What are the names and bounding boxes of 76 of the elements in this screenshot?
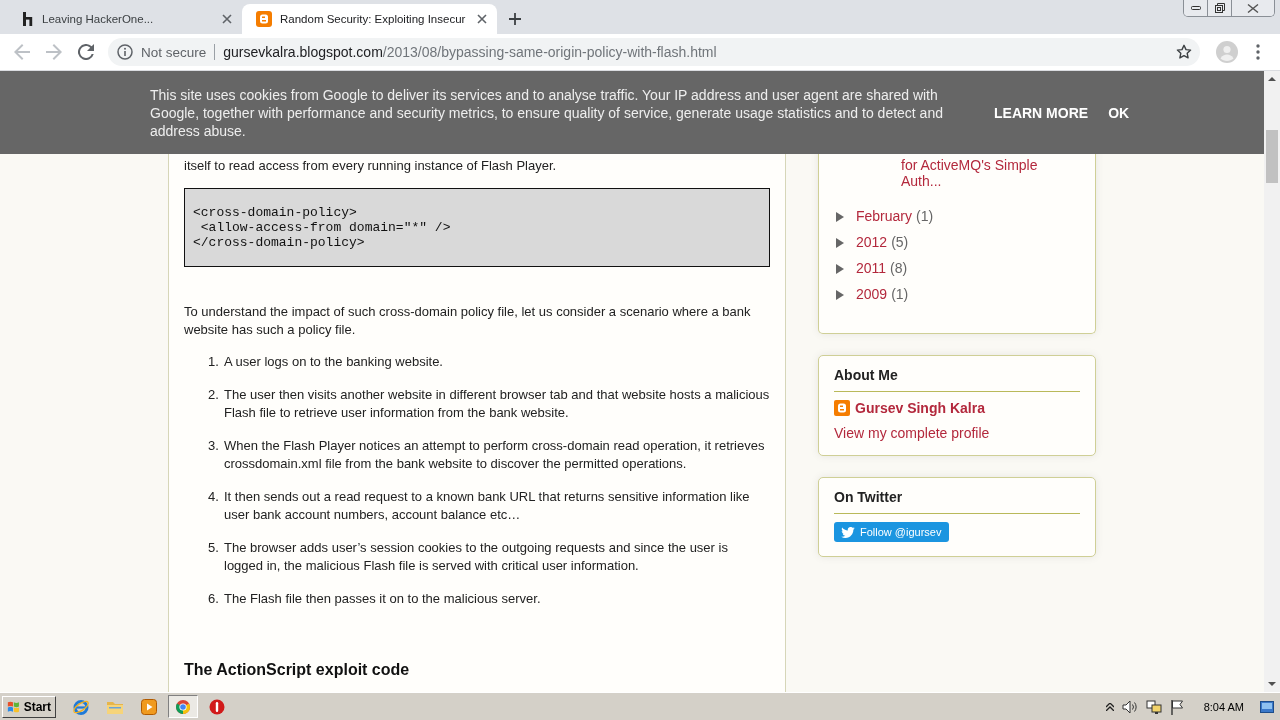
list-number: 2.	[208, 386, 220, 404]
caret-right-icon[interactable]	[835, 263, 845, 274]
profile-logo-icon	[834, 400, 850, 416]
start-button[interactable]: Start	[2, 695, 56, 718]
forward-arrow-icon	[46, 44, 62, 60]
flag-logo-icon	[7, 699, 21, 714]
security-label: Not secure	[141, 44, 207, 60]
browser-tab[interactable]: Random Security: Exploiting Insecur	[242, 4, 498, 34]
site-logo-icon	[256, 11, 272, 27]
profile-link[interactable]: View my complete profile	[834, 425, 990, 441]
desktop-icon[interactable]	[1260, 700, 1274, 713]
archive-link[interactable]: February	[856, 208, 913, 225]
bookmark-star-icon[interactable]	[1176, 44, 1192, 60]
close-icon[interactable]	[477, 14, 488, 24]
back-arrow-icon	[14, 44, 30, 60]
step-text: When the Flash Player notices an attempt to perform cross-domain read operation, it retrieves crossdomain.xml file from the bank website to discover the permitted operations.	[224, 437, 766, 473]
menu-icon[interactable]	[1256, 44, 1260, 60]
list-number: 4.	[208, 488, 220, 506]
list-number: 1.	[208, 353, 220, 371]
archive-link[interactable]: 2009	[856, 286, 888, 303]
profile-name-link[interactable]: Gursev Singh Kalra	[855, 400, 985, 416]
cookie-notice-text: This site uses cookies from Google to deliver its services and to analyse traffic. Your IP address and user agent are shared with Google, together with performance and security metrics, to ensure quality of service, generate usage statistics and to detect and address abuse.	[150, 85, 944, 140]
learn-more-button[interactable]: LEARN MORE	[994, 100, 1089, 125]
panel-title: About Me	[834, 366, 899, 384]
caret-right-icon[interactable]	[835, 211, 845, 222]
caret-right-icon[interactable]	[835, 237, 845, 248]
restore-button[interactable]	[1208, 0, 1232, 16]
chevron-up-icon[interactable]	[1105, 702, 1114, 711]
close-button[interactable]	[1232, 0, 1274, 16]
address-bar[interactable]: Not secure gursevkalra.blogspot.com/2013/08/bypassing-same-origin-policy-with-flash.html	[108, 38, 1200, 66]
clock-text: 8:04 AM	[1203, 700, 1244, 713]
scrollbar-thumb[interactable]	[1266, 130, 1278, 183]
archive-link[interactable]: 2012	[856, 234, 888, 251]
step-text: A user logs on to the banking website.	[224, 353, 444, 371]
browser-tab[interactable]: Leaving HackerOne...	[8, 4, 242, 34]
post-link[interactable]: for ActiveMQ's Simple Auth...	[901, 157, 1051, 189]
bird-icon	[841, 526, 855, 538]
close-icon	[1247, 3, 1259, 13]
up-arrow-icon	[1268, 77, 1276, 81]
list-number: 5.	[208, 539, 220, 557]
restore-icon	[1214, 3, 1225, 13]
close-icon[interactable]	[222, 14, 232, 24]
section-heading: The ActionScript exploit code	[184, 660, 411, 680]
step-text: It then sends out a read request to a known bank URL that returns sensitive information like user bank account numbers, account balance etc…	[224, 488, 751, 524]
reload-icon	[78, 44, 94, 60]
info-icon	[117, 44, 133, 60]
post-count: (1)	[891, 286, 909, 303]
site-logo-icon	[22, 11, 34, 27]
list-number: 3.	[208, 437, 220, 455]
step-text: The browser adds user’s session cookies to the outgoing requests and since the user is logged in, the malicious Flash file is served with critical user information.	[224, 539, 729, 575]
post-text: itself to read access from every running instance of Flash Player.	[184, 157, 558, 175]
exclamation-icon	[209, 698, 225, 715]
browser-icon	[175, 698, 191, 715]
down-arrow-icon	[1268, 682, 1276, 686]
post-paragraph: To understand the impact of such cross-domain policy file, let us consider a scenario where a bank website has such a policy file.	[184, 303, 752, 339]
minimize-button[interactable]	[1184, 0, 1208, 16]
list-number: 6.	[208, 590, 220, 608]
network-icon[interactable]	[1145, 698, 1162, 715]
flag-icon[interactable]	[1169, 698, 1184, 715]
ok-button[interactable]: OK	[1108, 100, 1130, 125]
panel-title: On Twitter	[834, 488, 904, 506]
play-icon	[141, 698, 157, 715]
post-count: (8)	[890, 260, 908, 277]
archive-link[interactable]: 2011	[856, 260, 887, 277]
step-text: The user then visits another website in different browser tab and that website hosts a malicious Flash file to retrieve user information from the bank website.	[224, 386, 770, 422]
url-text: gursevkalra.blogspot.com/2013/08/bypassing-same-origin-policy-with-flash.html	[223, 44, 717, 60]
code-block: <cross-domain-policy> <allow-access-from domain="*" /> </cross-domain-policy>	[184, 188, 770, 267]
plus-icon[interactable]	[509, 13, 522, 25]
step-text: The Flash file then passes it on to the malicious server.	[224, 590, 542, 608]
speaker-icon[interactable]	[1121, 699, 1138, 714]
post-count: (5)	[891, 234, 909, 251]
minimize-icon	[1190, 6, 1201, 10]
caret-right-icon[interactable]	[835, 289, 845, 300]
taskbar-button[interactable]	[168, 695, 198, 718]
post-count: (1)	[916, 208, 934, 225]
e-logo-icon	[72, 697, 90, 716]
